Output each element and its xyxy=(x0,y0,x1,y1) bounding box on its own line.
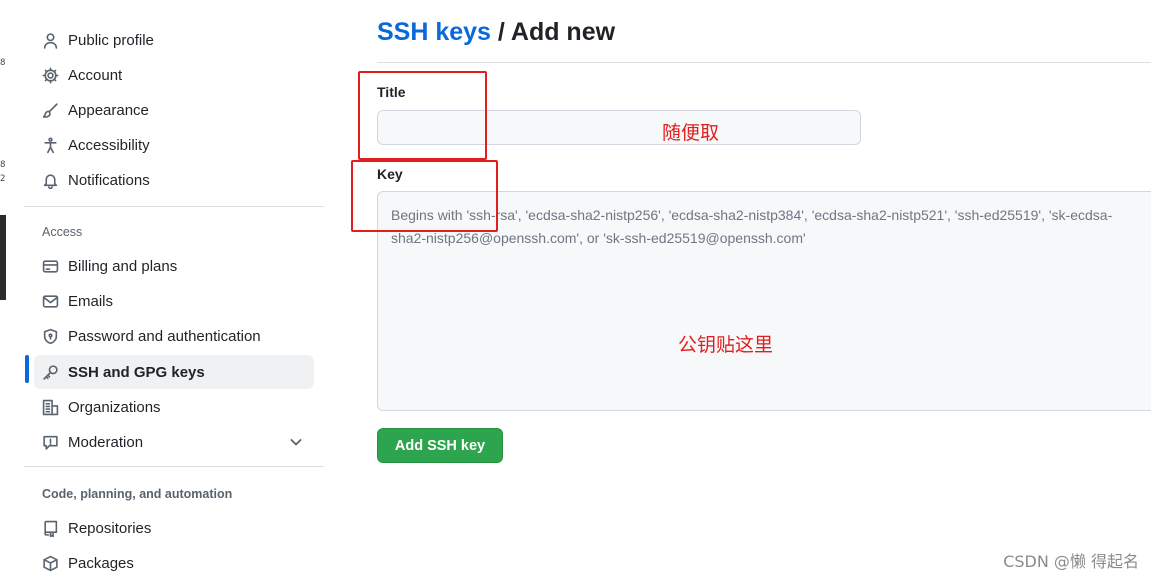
section-heading-access: Access xyxy=(42,225,83,239)
edge-char: 2 xyxy=(0,174,6,184)
page-title-text: Add new xyxy=(510,18,616,46)
edge-char: 8 xyxy=(0,160,6,170)
annotation-note-key: 公钥贴这里 xyxy=(678,334,774,356)
add-ssh-key-button[interactable]: Add SSH key xyxy=(377,428,503,463)
page-title: SSH keys / Add new xyxy=(377,18,615,47)
repo-icon xyxy=(40,518,60,538)
annotation-box-title xyxy=(358,71,487,160)
main-content: SSH keys / Add new Title Key Begins with… xyxy=(377,0,1151,579)
sidebar-item-appearance[interactable]: Appearance xyxy=(34,93,314,127)
sidebar-item-label: Repositories xyxy=(68,519,152,537)
paintbrush-icon xyxy=(40,100,60,120)
sidebar-item-label: Notifications xyxy=(68,171,150,189)
sidebar-item-label: Organizations xyxy=(68,398,161,416)
sidebar-item-ssh-gpg-keys[interactable]: SSH and GPG keys xyxy=(34,355,314,389)
sidebar-item-label: Packages xyxy=(68,554,134,572)
sidebar-item-label: SSH and GPG keys xyxy=(68,363,205,381)
breadcrumb-separator: / xyxy=(490,18,511,46)
annotation-box-key xyxy=(351,160,498,232)
mail-icon xyxy=(40,291,60,311)
bell-icon xyxy=(40,170,60,190)
sidebar-item-emails[interactable]: Emails xyxy=(34,284,314,318)
breadcrumb-ssh-keys-link[interactable]: SSH keys xyxy=(377,18,491,46)
sidebar-item-organizations[interactable]: Organizations xyxy=(34,390,314,424)
title-divider xyxy=(377,62,1151,63)
edge-char: 8 xyxy=(0,58,6,68)
sidebar-item-label: Password and authentication xyxy=(68,327,261,345)
chevron-down-icon[interactable] xyxy=(288,434,304,450)
sidebar-item-accessibility[interactable]: Accessibility xyxy=(34,128,314,162)
edge-dark-block xyxy=(0,215,6,300)
sidebar-item-repositories[interactable]: Repositories xyxy=(34,511,314,545)
sidebar-item-billing[interactable]: Billing and plans xyxy=(34,249,314,283)
sidebar-item-packages[interactable]: Packages xyxy=(34,546,314,579)
watermark: CSDN @懒 得起名 xyxy=(1003,552,1139,571)
sidebar-item-label: Accessibility xyxy=(68,136,150,154)
sidebar-item-label: Account xyxy=(68,66,123,84)
settings-sidebar: Public profile Account Appearance Access… xyxy=(24,0,326,579)
gear-icon xyxy=(40,65,60,85)
package-icon xyxy=(40,553,60,573)
sidebar-item-moderation[interactable]: Moderation xyxy=(34,425,314,459)
accessibility-icon xyxy=(40,135,60,155)
sidebar-item-public-profile[interactable]: Public profile xyxy=(34,23,314,57)
annotation-note-title: 随便取 xyxy=(662,122,720,144)
sidebar-divider xyxy=(24,206,324,207)
shield-lock-icon xyxy=(40,326,60,346)
sidebar-item-label: Public profile xyxy=(68,31,154,49)
key-icon xyxy=(40,362,60,382)
sidebar-item-label: Appearance xyxy=(68,101,149,119)
sidebar-divider xyxy=(24,466,324,467)
report-icon xyxy=(40,432,60,452)
sidebar-item-account[interactable]: Account xyxy=(34,58,314,92)
sidebar-item-label: Billing and plans xyxy=(68,257,178,275)
person-icon xyxy=(40,30,60,50)
sidebar-item-label: Moderation xyxy=(68,433,144,451)
sidebar-item-notifications[interactable]: Notifications xyxy=(34,163,314,197)
credit-card-icon xyxy=(40,256,60,276)
section-heading-code: Code, planning, and automation xyxy=(42,487,233,501)
organization-icon xyxy=(40,397,60,417)
sidebar-item-password[interactable]: Password and authentication xyxy=(34,319,314,353)
sidebar-item-label: Emails xyxy=(68,292,114,310)
selected-indicator xyxy=(25,355,29,383)
